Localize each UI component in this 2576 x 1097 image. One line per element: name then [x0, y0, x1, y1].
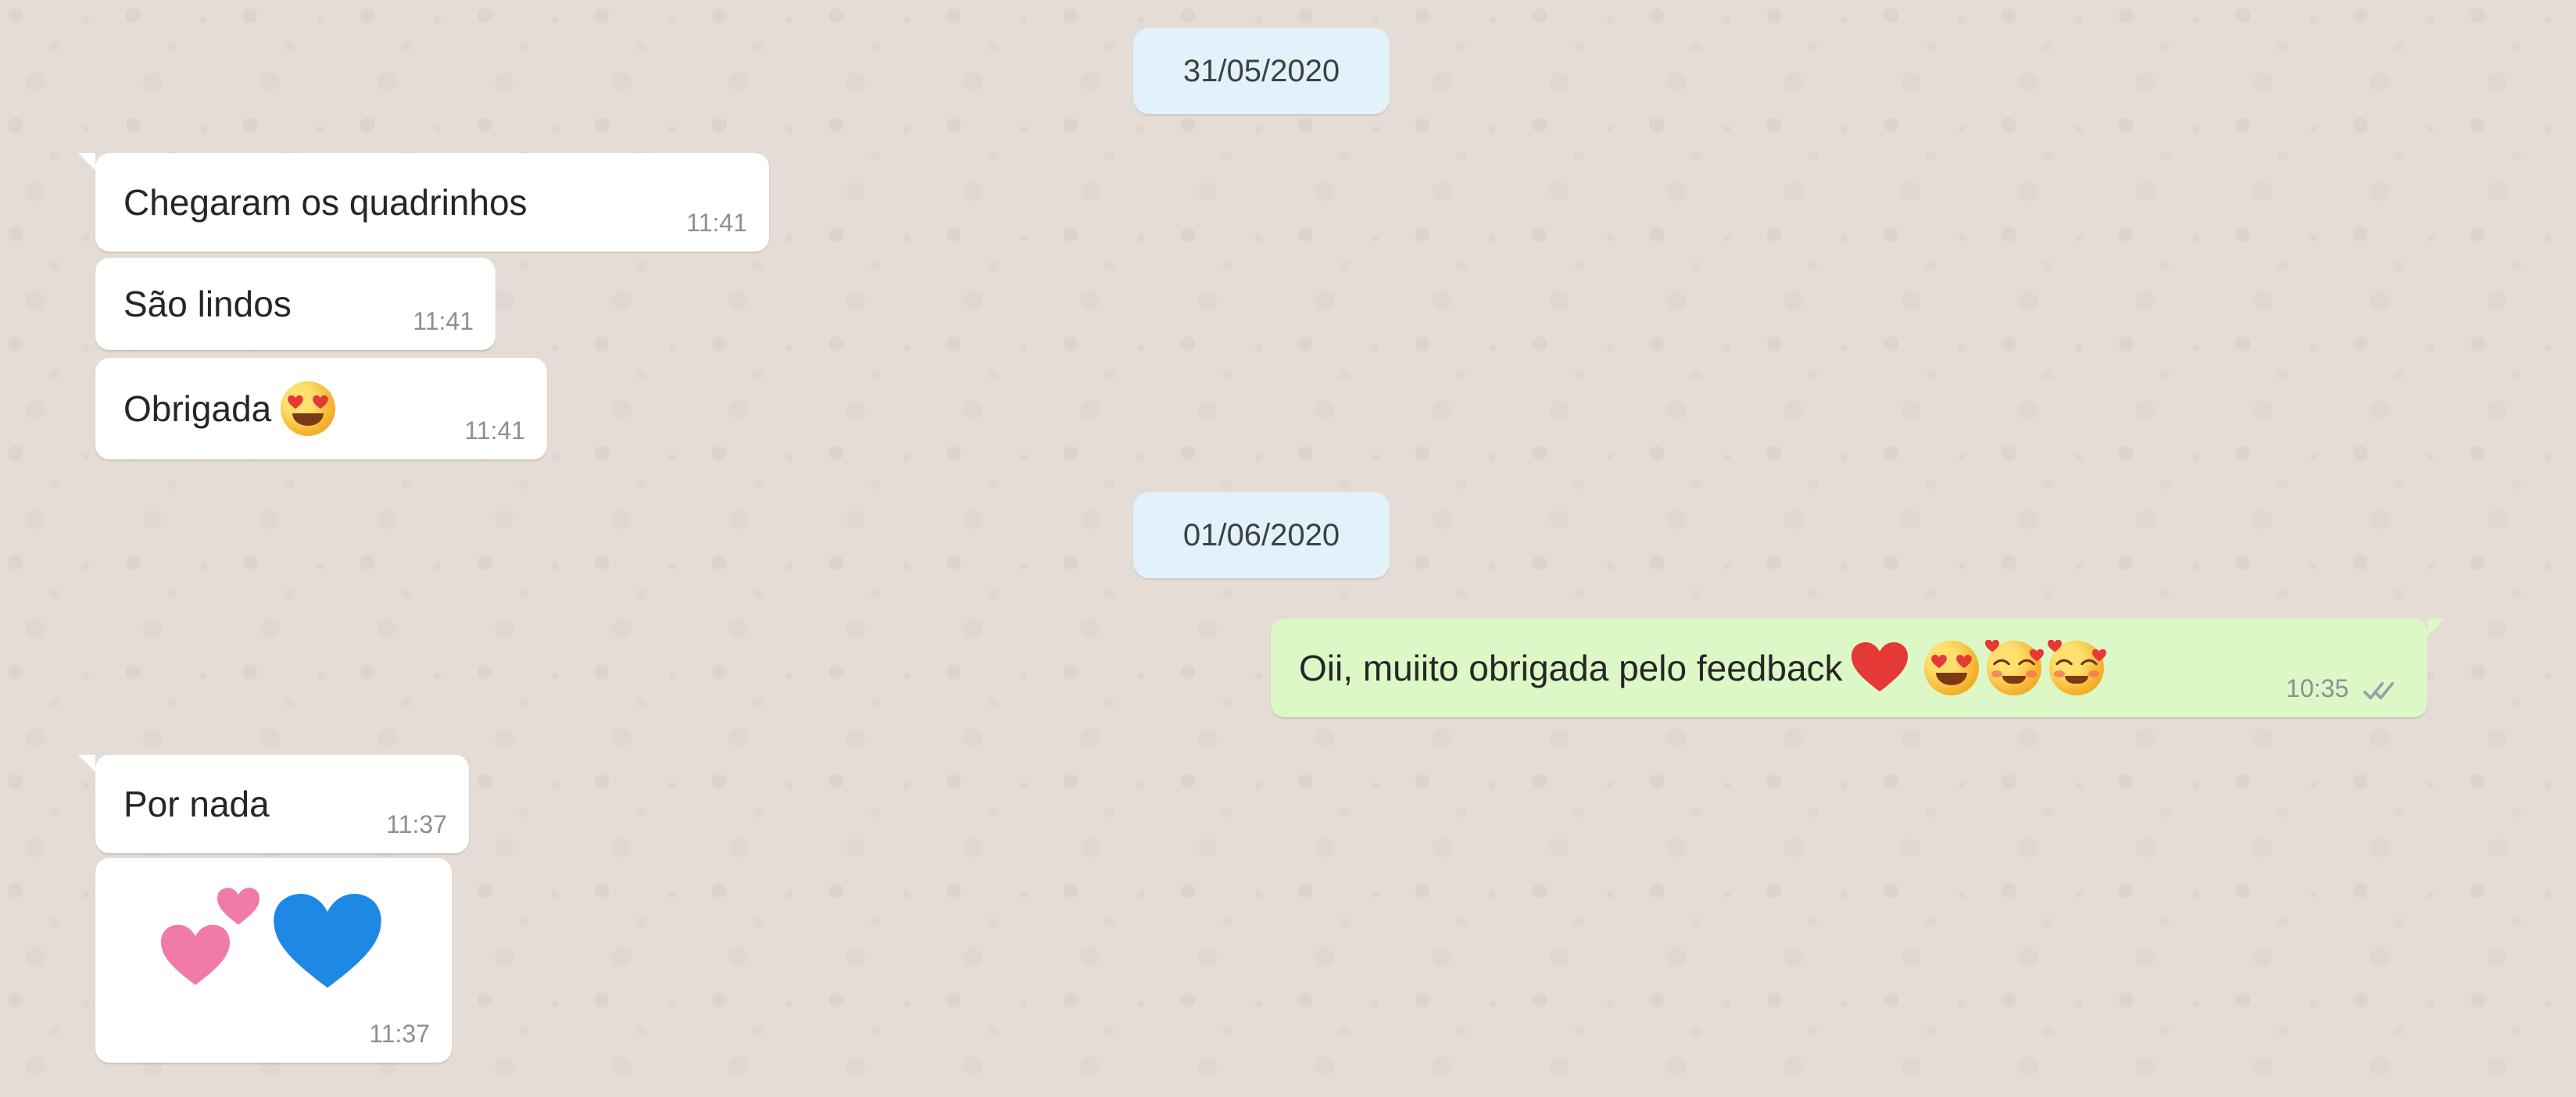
- emoji-mouth: [2002, 676, 2026, 684]
- mini-heart-icon: [2091, 649, 2106, 663]
- message-time: 11:41: [464, 416, 525, 445]
- mini-heart-icon: [1984, 639, 1999, 653]
- smiling-eye-left: [1992, 655, 2010, 669]
- heart-eye-right: [312, 395, 329, 409]
- heart-eye-right: [1955, 655, 1973, 669]
- two-hearts-emoji: [161, 924, 230, 989]
- blue-heart-emoji: [274, 894, 381, 992]
- message-bubble-incoming-emoji[interactable]: 11:37: [95, 858, 452, 1063]
- message-bubble-incoming[interactable]: São lindos 11:41: [95, 258, 496, 350]
- emoji-mouth: [292, 413, 324, 426]
- double-check-icon: [2362, 681, 2406, 701]
- heart-eyes-emoji: [281, 381, 336, 436]
- bubble-tail: [2428, 619, 2445, 636]
- heart-eye-left: [287, 395, 304, 409]
- blush-left: [2053, 670, 2065, 677]
- heart-eye-left: [1930, 655, 1948, 669]
- message-text: São lindos: [123, 284, 292, 324]
- blush-right: [2025, 670, 2037, 677]
- heart-eyes-emoji: [1923, 641, 1979, 695]
- mini-heart-icon: [2047, 639, 2062, 653]
- message-time: 11:41: [686, 209, 747, 237]
- emoji-mouth: [1935, 673, 1967, 685]
- date-divider-label: 01/06/2020: [1182, 517, 1340, 552]
- emoji-mouth: [2064, 676, 2088, 684]
- message-time-status: 10:35: [2286, 674, 2406, 703]
- date-divider: 31/05/2020: [1133, 28, 1390, 114]
- smiling-face-with-hearts-emoji: [2047, 639, 2106, 695]
- message-time: 10:35: [2286, 674, 2349, 702]
- blush-left: [1991, 670, 2002, 677]
- message-bubble-incoming[interactable]: Chegaram os quadrinhos 11:41: [78, 153, 769, 252]
- message-bubble-incoming[interactable]: Por nada 11:37: [78, 755, 469, 853]
- smiling-eye-left: [2055, 655, 2073, 669]
- emoji-stickers: [161, 888, 381, 1011]
- red-heart-emoji: [1851, 642, 1909, 694]
- message-time: 11:37: [369, 1020, 430, 1048]
- date-divider-label: 31/05/2020: [1182, 53, 1340, 88]
- message-text: Chegaram os quadrinhos: [123, 182, 528, 223]
- bubble-tail: [78, 153, 95, 170]
- message-bubble-incoming[interactable]: Obrigada 11:41: [95, 358, 547, 459]
- bubble-tail: [78, 755, 95, 772]
- message-time: 11:37: [386, 810, 447, 838]
- date-divider: 01/06/2020: [1133, 492, 1390, 578]
- message-bubble-outgoing[interactable]: Oii, muiito obrigada pelo feedback 10:35: [1271, 619, 2445, 717]
- smiling-face-with-hearts-emoji: [1984, 639, 2044, 695]
- message-time: 11:41: [413, 307, 474, 335]
- message-text: Por nada: [123, 784, 270, 824]
- mini-heart-icon: [2029, 649, 2044, 663]
- chat-pane: 31/05/2020 Chegaram os quadrinhos 11:41 …: [0, 0, 2576, 1097]
- message-text: Oii, muiito obrigada pelo feedback: [1299, 648, 1843, 688]
- message-content: Obrigada: [123, 381, 336, 436]
- two-hearts-emoji-small: [217, 888, 259, 927]
- blush-right: [2088, 670, 2099, 677]
- message-content: Oii, muiito obrigada pelo feedback: [1299, 639, 2106, 695]
- message-text: Obrigada: [123, 388, 272, 429]
